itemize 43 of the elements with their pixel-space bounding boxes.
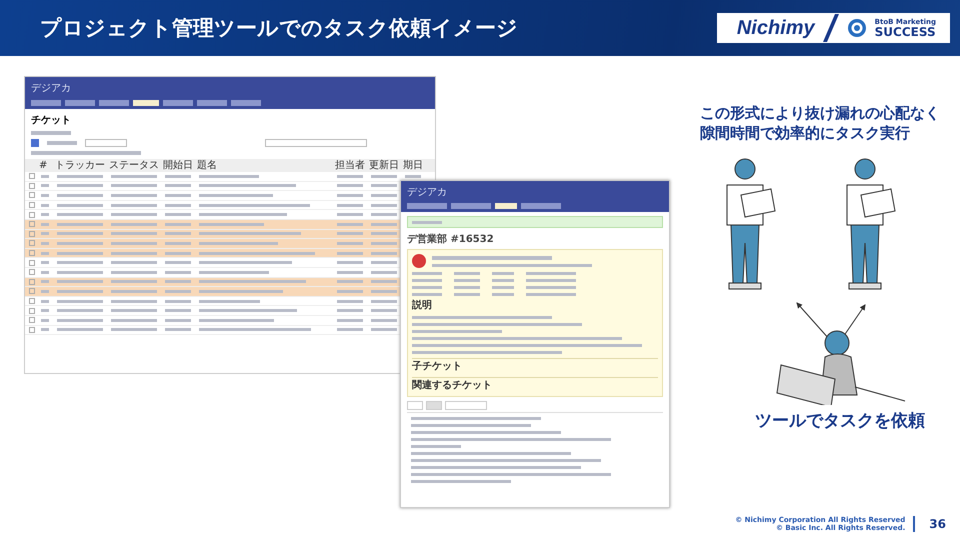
avatar-icon [412,254,426,268]
filter-add-select[interactable] [265,139,367,147]
column-header[interactable]: 開始日 [163,159,197,172]
caption-text: ツールでタスクを依頼 [755,410,925,432]
slide-title: プロジェクト管理ツールでのタスク依頼イメージ [40,15,518,42]
nav-tab[interactable] [521,203,561,209]
nav-tab[interactable] [407,203,447,209]
column-header[interactable]: トラッカー [55,159,109,172]
status-select[interactable] [85,139,127,147]
page-title: チケット [30,114,72,128]
ticket-title: デ営業部 #16532 [406,232,495,247]
brand-logo: SUCCESS [874,26,936,38]
app-name: デジアカ [31,82,72,95]
nav-tab[interactable] [451,203,491,209]
nav-tab[interactable] [31,100,61,106]
nav-tab[interactable] [495,203,517,209]
section-label: 関連するチケット [412,377,658,392]
nav-tab[interactable] [133,100,159,106]
column-header[interactable]: 題名 [197,159,335,172]
slash-icon [822,14,839,42]
nav-tab[interactable] [163,100,193,106]
column-header[interactable]: 更新日 [369,159,403,172]
column-header[interactable]: ステータス [109,159,163,172]
column-header[interactable]: 担当者 [335,159,369,172]
blurred-text [31,131,71,135]
message-text: この形式により抜け漏れの心配なく 隙間時間で効率的にタスク実行 [700,104,940,143]
nav-tab[interactable] [99,100,129,106]
nav-tab[interactable] [197,100,227,106]
column-header[interactable]: 期日 [403,159,427,172]
blurred-text [47,141,77,145]
section-label: 子チケット [412,358,658,373]
page-number: 36 [929,517,946,531]
app-name: デジアカ [407,186,448,199]
nav-tab[interactable] [231,100,261,106]
history-tab[interactable] [407,401,423,410]
nav-tab[interactable] [65,100,95,106]
company-logo: Nichimy [736,16,815,40]
section-label: 説明 [412,300,433,312]
history-tab[interactable] [445,401,487,410]
column-header[interactable]: # [39,159,55,172]
target-icon [846,18,867,38]
history-tab[interactable] [426,401,442,410]
filter-checkbox[interactable] [31,139,39,147]
